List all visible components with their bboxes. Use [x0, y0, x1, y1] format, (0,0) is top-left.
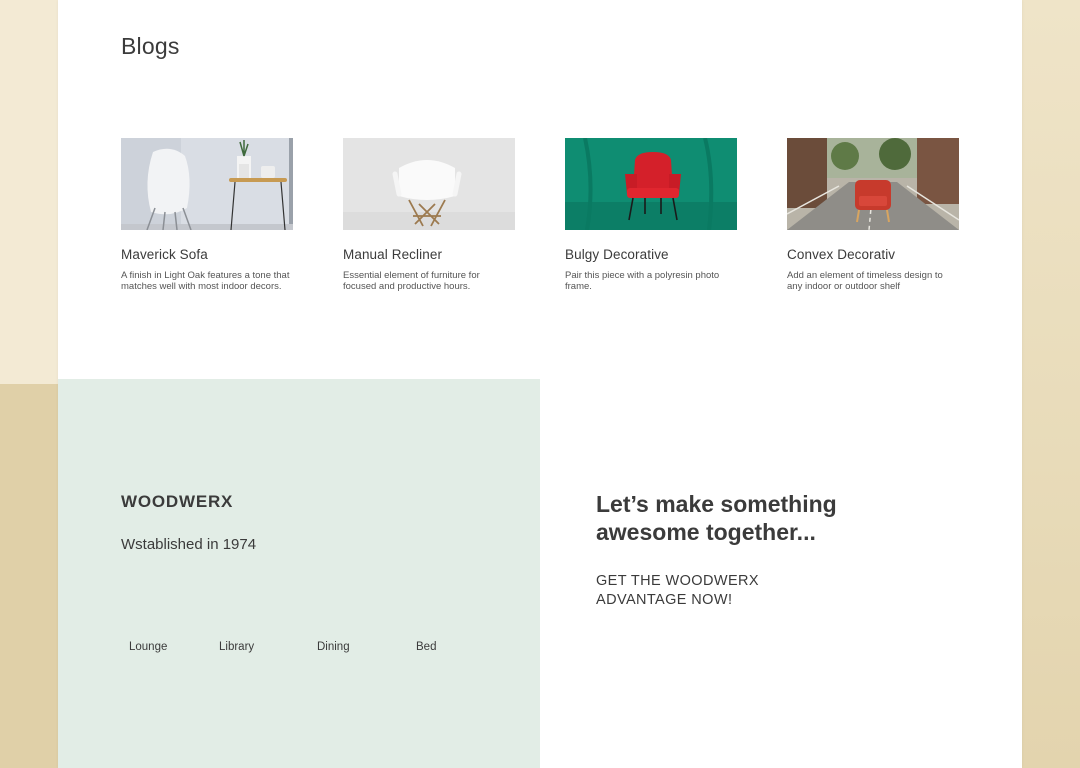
- red-armchair-street-photo: [787, 138, 959, 230]
- backdrop-right: [1022, 0, 1080, 768]
- blog-card[interactable]: Maverick Sofa A finish in Light Oak feat…: [121, 138, 293, 293]
- footer-link-library[interactable]: Library: [219, 641, 254, 653]
- footer-brand-panel: WOODWERX Wstablished in 1974 Lounge Libr…: [58, 379, 540, 768]
- cta-heading: Let’s make something awesome together...: [596, 491, 837, 545]
- footer-link-lounge[interactable]: Lounge: [129, 641, 167, 653]
- white-chair-side-table-photo: [121, 138, 293, 230]
- blog-card-title[interactable]: Manual Recliner: [343, 247, 515, 262]
- brand-tagline: Wstablished in 1974: [121, 536, 257, 553]
- blog-card-image[interactable]: [343, 138, 515, 230]
- backdrop-bottom-left: [0, 384, 58, 768]
- white-shell-chair-photo: [343, 138, 515, 230]
- blog-cards: Maverick Sofa A finish in Light Oak feat…: [121, 138, 961, 318]
- footer-link-bed[interactable]: Bed: [416, 641, 436, 653]
- page-container: Blogs Maverick Sofa A finish in Light Oa…: [58, 0, 1022, 768]
- blog-card[interactable]: Bulgy Decorative Pair this piece with a …: [565, 138, 737, 293]
- blog-card-description: Add an element of timeless design to any…: [787, 270, 943, 293]
- blog-card-description: Essential element of furniture for focus…: [343, 270, 480, 293]
- footer-link-dining[interactable]: Dining: [317, 641, 350, 653]
- backdrop-top-left: [0, 0, 58, 384]
- blog-card-description: Pair this piece with a polyresin photo f…: [565, 270, 720, 293]
- blog-card-image[interactable]: [121, 138, 293, 230]
- blog-card-image[interactable]: [787, 138, 959, 230]
- blog-card-title[interactable]: Bulgy Decorative: [565, 247, 737, 262]
- blog-card-image[interactable]: [565, 138, 737, 230]
- blogs-heading: Blogs: [121, 33, 180, 59]
- blog-card[interactable]: Convex Decorativ Add an element of timel…: [787, 138, 959, 293]
- red-chair-green-backdrop-photo: [565, 138, 737, 230]
- blog-card[interactable]: Manual Recliner Essential element of fur…: [343, 138, 515, 293]
- brand-name: WOODWERX: [121, 492, 234, 511]
- cta-link[interactable]: GET THE WOODWERX ADVANTAGE NOW!: [596, 572, 816, 610]
- blog-card-title[interactable]: Convex Decorativ: [787, 247, 959, 262]
- blog-card-title[interactable]: Maverick Sofa: [121, 247, 293, 262]
- blog-card-description: A finish in Light Oak features a tone th…: [121, 270, 290, 293]
